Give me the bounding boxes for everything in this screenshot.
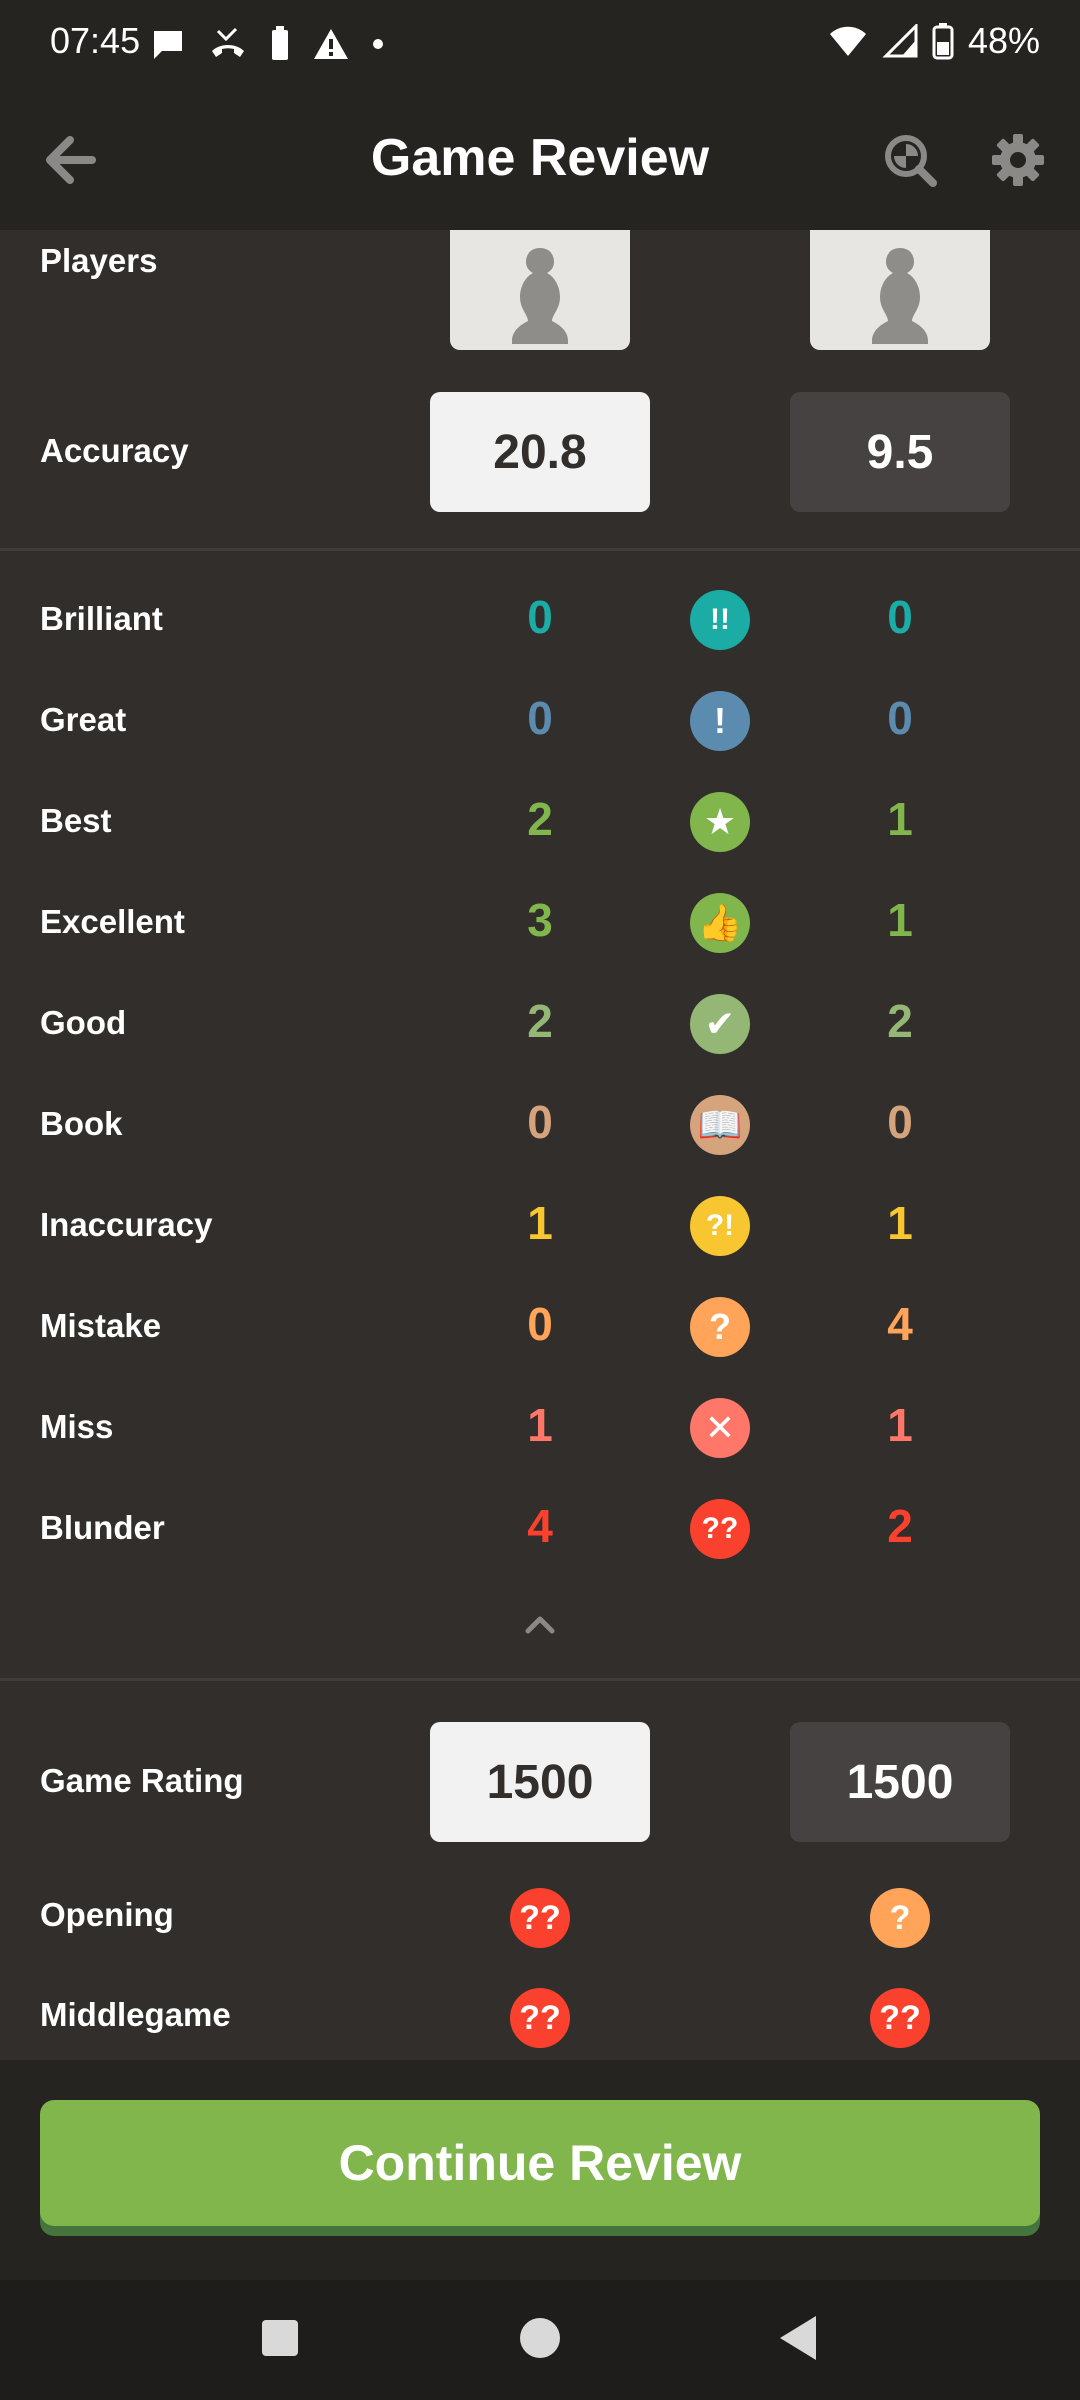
battery-percentage: 48% [967, 20, 1040, 61]
stat-row-best: Best 2 ★ 1 [0, 772, 1080, 872]
phase-row-opening: Opening??? [0, 1878, 1080, 1958]
white-count: 0 [527, 591, 553, 643]
chevron-up-icon[interactable] [510, 1605, 570, 1645]
players-row: Players [0, 230, 1080, 360]
black-count: 1 [887, 793, 913, 845]
phase-row-middlegame: Middlegame???? [0, 1978, 1080, 2058]
white-game-rating: 1500 [430, 1722, 650, 1842]
black-accuracy: 9.5 [790, 392, 1010, 512]
stat-label: Best [40, 802, 112, 839]
game-rating-row: Game Rating 1500 1500 [0, 1722, 1080, 1842]
pawn-avatar-icon [872, 248, 928, 344]
bottom-action-area: Continue Review [0, 2060, 1080, 2280]
white-count: 0 [527, 1096, 553, 1148]
great-icon: ! [690, 691, 750, 751]
black-count: 0 [887, 1096, 913, 1148]
stat-label: Blunder [40, 1509, 165, 1546]
black-count: 0 [887, 692, 913, 744]
white-player-avatar[interactable] [450, 230, 630, 350]
stat-label: Inaccuracy [40, 1206, 213, 1243]
accuracy-row: Accuracy 20.8 9.5 [0, 392, 1080, 512]
game-rating-label: Game Rating [40, 1762, 244, 1799]
inaccuracy-icon: ?! [690, 1196, 750, 1256]
stat-row-good: Good 2 ✔ 2 [0, 974, 1080, 1074]
dot-icon [373, 39, 383, 49]
white-blunder-icon: ?? [510, 1988, 570, 2048]
white-count: 2 [527, 995, 553, 1047]
white-count: 1 [527, 1399, 553, 1451]
magnifier-analysis-icon[interactable] [880, 130, 940, 190]
black-count: 0 [887, 591, 913, 643]
blunder-icon: ?? [690, 1499, 750, 1559]
stat-label: Miss [40, 1408, 114, 1445]
stat-label: Book [40, 1105, 123, 1142]
black-game-rating: 1500 [790, 1722, 1010, 1842]
black-count: 2 [887, 1500, 913, 1552]
stat-label: Excellent [40, 903, 185, 940]
stat-row-miss: Miss 1 ✕ 1 [0, 1378, 1080, 1478]
stat-row-blunder: Blunder 4?? 2 [0, 1479, 1080, 1579]
stat-row-inaccuracy: Inaccuracy 1?! 1 [0, 1176, 1080, 1276]
stat-row-book: Book 0 📖 0 [0, 1075, 1080, 1175]
stat-row-excellent: Excellent 3 👍 1 [0, 873, 1080, 973]
app-header: Game Review [0, 90, 1080, 230]
signal-icon [882, 24, 918, 58]
white-count: 3 [527, 894, 553, 946]
phase-label: Middlegame [40, 1996, 231, 2033]
star-icon: ★ [690, 792, 750, 852]
back-icon[interactable] [780, 2316, 816, 2360]
warning-icon [314, 29, 348, 59]
continue-review-button[interactable]: Continue Review [40, 2100, 1040, 2226]
status-bar: 07:45 48% [0, 0, 1080, 90]
black-count: 1 [887, 894, 913, 946]
phase-label: Opening [40, 1896, 174, 1933]
mistake-icon: ? [690, 1297, 750, 1357]
white-count: 4 [527, 1500, 553, 1552]
chat-bubble-icon [154, 31, 182, 59]
miss-icon: ✕ [690, 1398, 750, 1458]
white-accuracy: 20.8 [430, 392, 650, 512]
status-icons-left [150, 22, 384, 66]
pawn-avatar-icon [512, 248, 568, 344]
white-count: 1 [527, 1197, 553, 1249]
players-label: Players [40, 242, 158, 279]
divider [0, 1678, 1080, 1681]
black-count: 1 [887, 1399, 913, 1451]
black-count: 2 [887, 995, 913, 1047]
status-time: 07:45 [50, 20, 141, 61]
stat-row-brilliant: Brilliant 0!! 0 [0, 570, 1080, 670]
divider [0, 548, 1080, 551]
white-count: 0 [527, 692, 553, 744]
status-icons-right: 48% [828, 20, 1040, 62]
stat-label: Brilliant [40, 600, 163, 637]
black-count: 1 [887, 1197, 913, 1249]
review-content: Players Accuracy 20.8 9.5 Brilliant 0!! 0 G… [0, 230, 1080, 2060]
stat-label: Mistake [40, 1307, 162, 1344]
brilliant-icon: !! [690, 590, 750, 650]
white-count: 0 [527, 1298, 553, 1350]
white-count: 2 [527, 793, 553, 845]
battery-status-icon [932, 23, 954, 60]
recent-apps-icon[interactable] [262, 2320, 298, 2356]
checkmark-icon: ✔ [690, 994, 750, 1054]
wifi-icon [829, 26, 866, 56]
gear-icon[interactable] [988, 130, 1048, 190]
home-icon[interactable] [520, 2318, 560, 2358]
stat-row-great: Great 0! 0 [0, 671, 1080, 771]
black-mistake-icon: ? [870, 1888, 930, 1948]
black-count: 4 [887, 1298, 913, 1350]
system-nav-bar [0, 2280, 1080, 2400]
accuracy-label: Accuracy [40, 432, 189, 469]
stat-row-mistake: Mistake 0? 4 [0, 1277, 1080, 1377]
black-blunder-icon: ?? [870, 1988, 930, 2048]
stat-label: Great [40, 701, 127, 738]
book-icon: 📖 [690, 1095, 750, 1155]
black-player-avatar[interactable] [810, 230, 990, 350]
white-blunder-icon: ?? [510, 1888, 570, 1948]
thumbs-up-icon: 👍 [690, 893, 750, 953]
stat-label: Good [40, 1004, 127, 1041]
battery-icon [272, 26, 288, 60]
missed-call-icon [212, 27, 244, 57]
